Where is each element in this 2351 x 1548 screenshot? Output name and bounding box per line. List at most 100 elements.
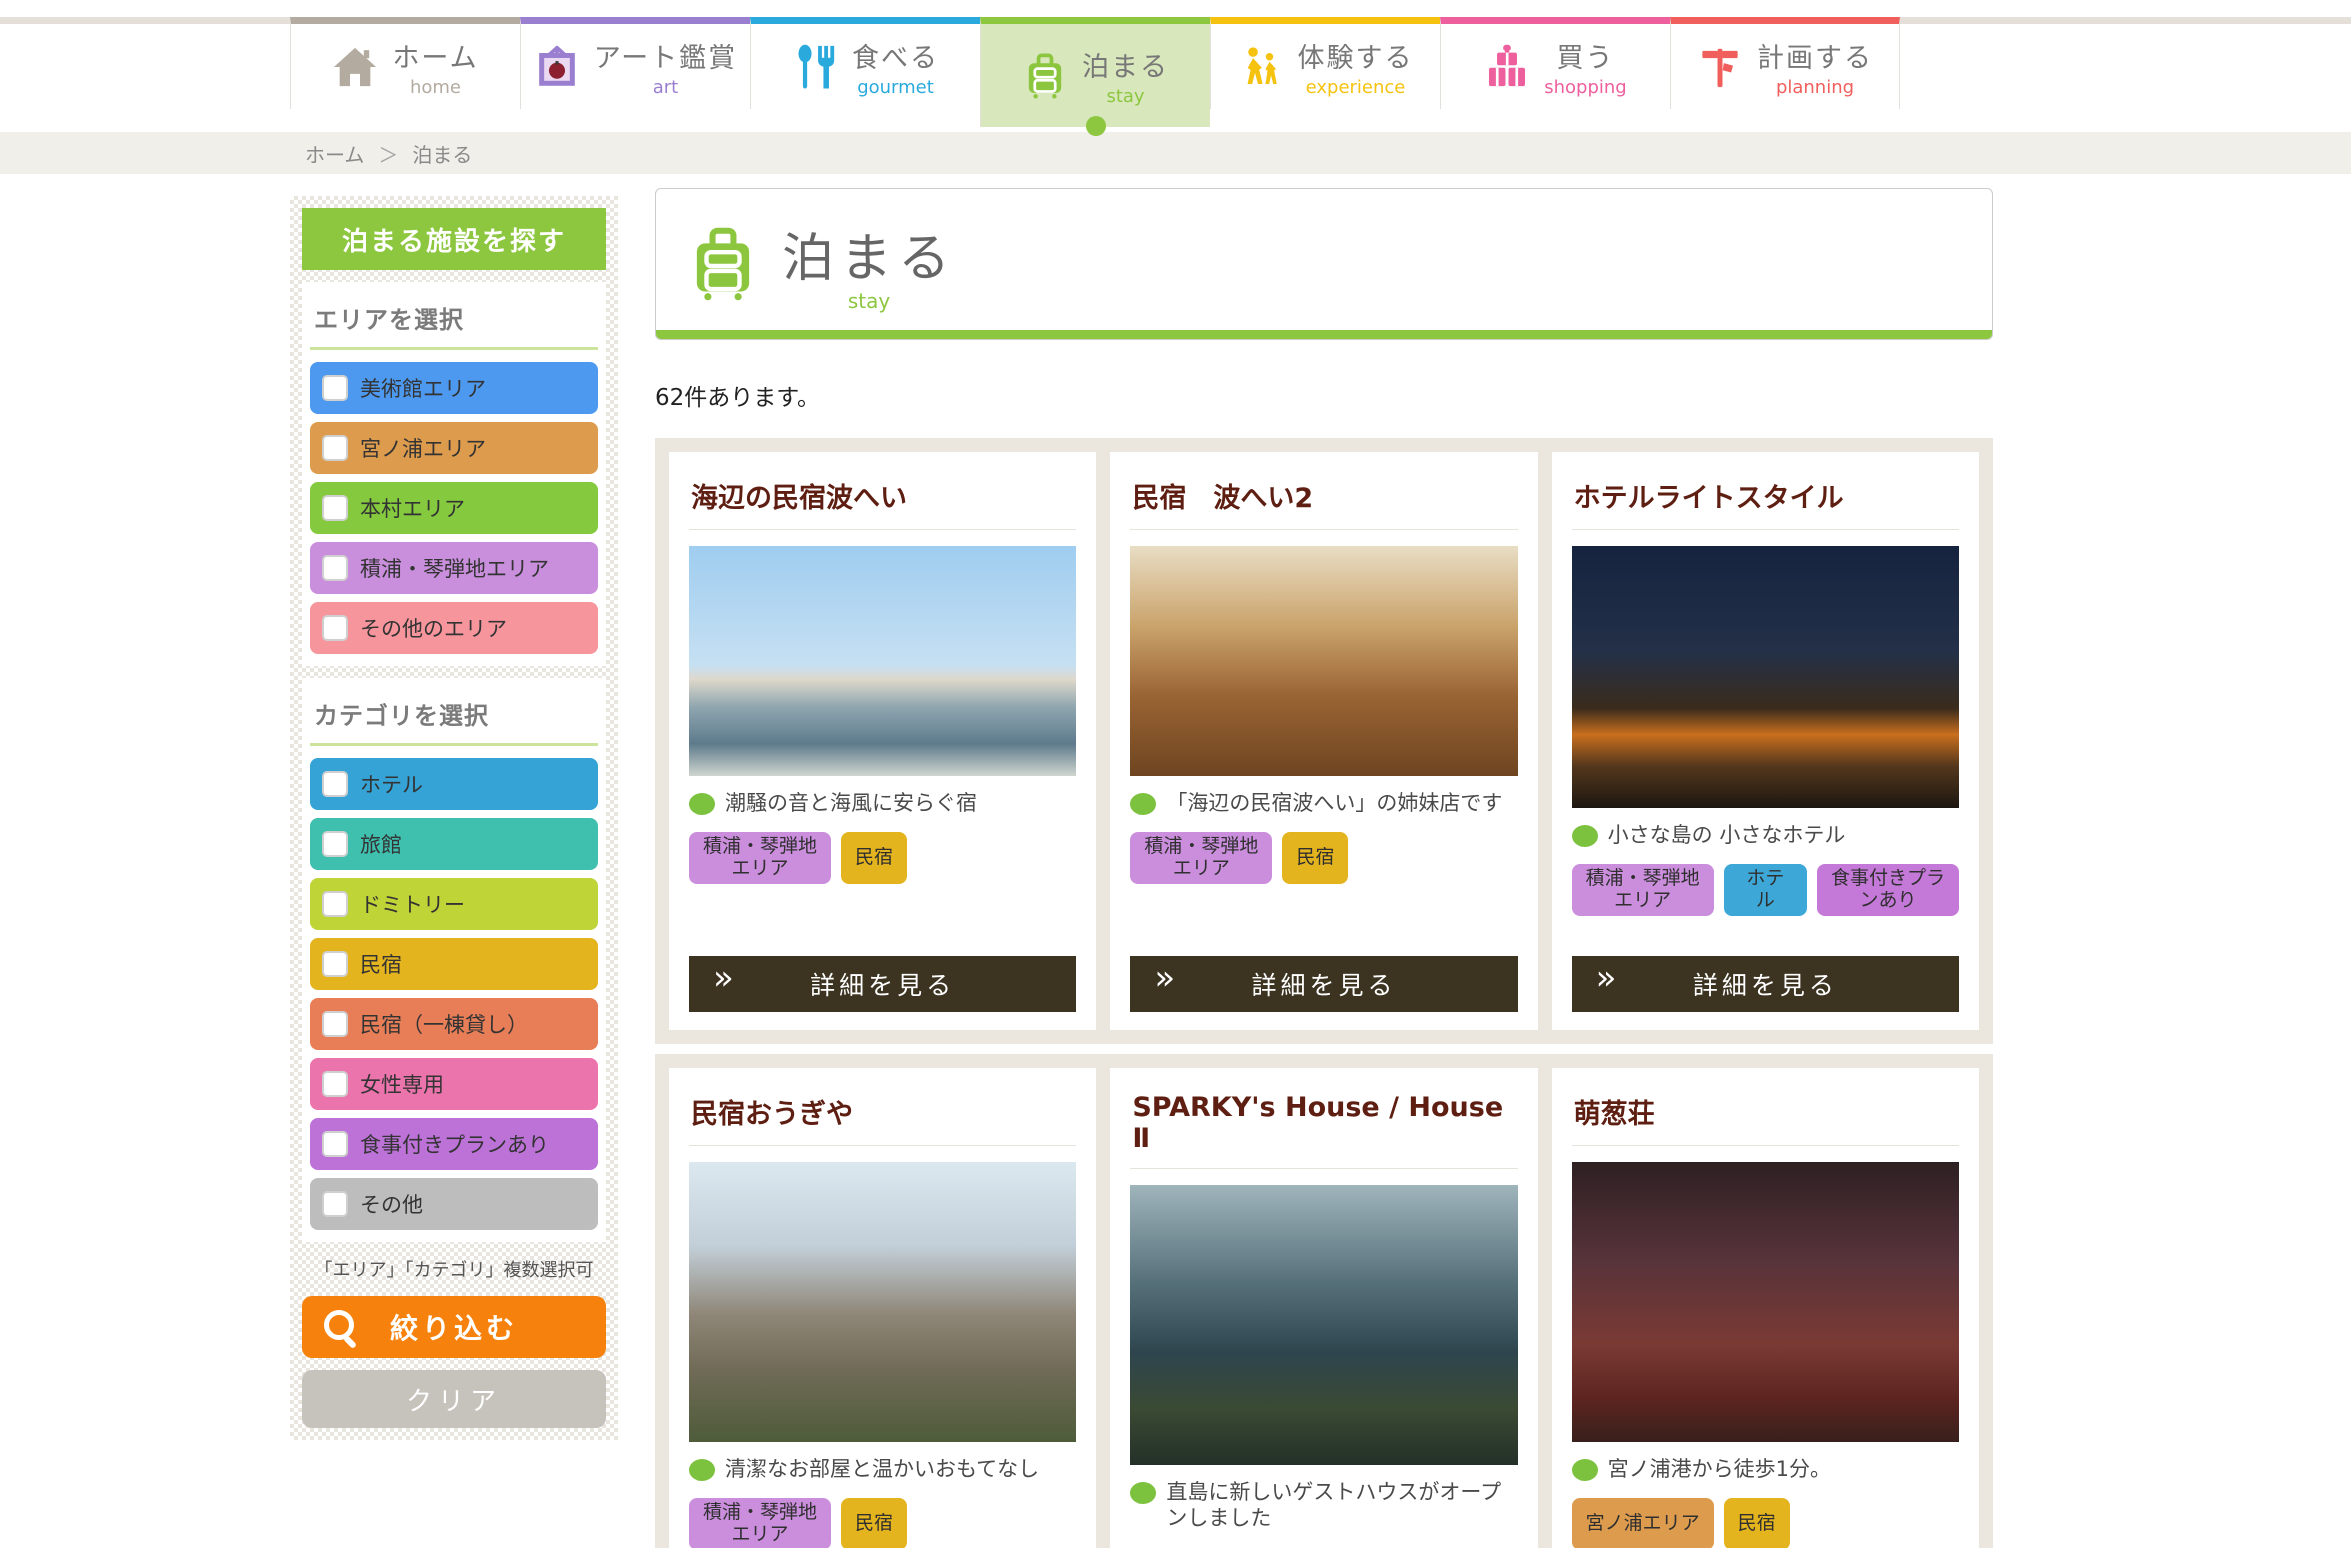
breadcrumb: ホーム＞泊まる xyxy=(0,132,2351,174)
accommodation-card: SPARKY's House / House Ⅱ 直島に新しいゲストハウスがオー… xyxy=(1110,1068,1537,1548)
filter-option-label: その他 xyxy=(360,1189,423,1219)
speech-bubble-icon xyxy=(689,793,715,815)
property-photo xyxy=(1572,1162,1959,1442)
checkbox[interactable] xyxy=(322,1011,348,1037)
speech-bubble-icon xyxy=(1572,825,1598,847)
checkbox[interactable] xyxy=(322,555,348,581)
filter-option[interactable]: 積浦・琴弾地エリア xyxy=(310,542,598,594)
nav-item-sublabel: gourmet xyxy=(857,77,934,98)
tag-badge: 宮ノ浦エリア xyxy=(1572,1498,1714,1548)
checkbox[interactable] xyxy=(322,435,348,461)
property-photo xyxy=(1572,546,1959,808)
nav-item[interactable]: 食べる gourmet xyxy=(750,17,980,109)
filter-option[interactable]: 宮ノ浦エリア xyxy=(310,422,598,474)
card-tags: 積浦・琴弾地エリア民宿 xyxy=(689,832,1076,884)
card-tags: 積浦・琴弾地エリアホテル食事付きプランあり xyxy=(1572,864,1959,916)
filter-option-label: その他のエリア xyxy=(360,613,507,643)
checkbox[interactable] xyxy=(322,771,348,797)
card-tags: 積浦・琴弾地エリア民宿 xyxy=(689,1498,1076,1548)
checkbox[interactable] xyxy=(322,1131,348,1157)
page-header: 泊まる stay xyxy=(655,188,1993,340)
sidebar-title[interactable]: 泊まる施設を探す xyxy=(302,208,606,270)
filter-option[interactable]: ホテル xyxy=(310,758,598,810)
card-caption-text: 直島に新しいゲストハウスがオープンしました xyxy=(1166,1479,1517,1532)
area-heading: エリアを選択 xyxy=(310,294,598,350)
filter-option[interactable]: 食事付きプランあり xyxy=(310,1118,598,1170)
nav-item[interactable]: 泊まる stay xyxy=(980,17,1210,127)
nav-item[interactable]: 買う shopping xyxy=(1440,17,1670,109)
filter-option[interactable]: 旅館 xyxy=(310,818,598,870)
card-title[interactable]: 民宿 波へい2 xyxy=(1130,472,1517,530)
area-filter-panel: エリアを選択 美術館エリア 宮ノ浦エリア 本村エリア 積浦・琴弾地エリア その他… xyxy=(302,282,606,666)
checkbox[interactable] xyxy=(322,831,348,857)
nav-item-label: 泊まる xyxy=(1082,45,1169,84)
card-title[interactable]: 萌葱荘 xyxy=(1572,1088,1959,1146)
card-caption: 潮騒の音と海風に安らぐ宿 xyxy=(689,790,1076,816)
filter-option-label: 民宿（一棟貸し） xyxy=(360,1009,528,1039)
nav-item[interactable]: 体験する experience xyxy=(1210,17,1440,109)
detail-button[interactable]: » 詳細を見る xyxy=(1130,956,1517,1012)
checkbox[interactable] xyxy=(322,1191,348,1217)
category-heading: カテゴリを選択 xyxy=(310,690,598,746)
nav-item[interactable]: 計画する planning xyxy=(1670,17,1900,109)
detail-button[interactable]: » 詳細を見る xyxy=(689,956,1076,1012)
tag-badge: 積浦・琴弾地エリア xyxy=(1572,864,1714,916)
tag-badge: 民宿 xyxy=(1282,832,1348,884)
category-list: ホテル 旅館 ドミトリー 民宿 民宿（一棟貸し） 女性専用 食事付きプランあり … xyxy=(310,758,598,1230)
filter-option-label: 食事付きプランあり xyxy=(360,1129,549,1159)
accommodation-card: 萌葱荘 宮ノ浦港から徒歩1分。 宮ノ浦エリア民宿 » 詳細を見る xyxy=(1552,1068,1979,1548)
detail-button[interactable]: » 詳細を見る xyxy=(1572,956,1959,1012)
filter-option[interactable]: 女性専用 xyxy=(310,1058,598,1110)
cards-row-2: 民宿おうぎや 清潔なお部屋と温かいおもてなし 積浦・琴弾地エリア民宿 » 詳細を… xyxy=(655,1054,1993,1548)
nav-item-label: アート鑑賞 xyxy=(594,36,737,75)
planning-icon xyxy=(1697,44,1743,90)
checkbox[interactable] xyxy=(322,495,348,521)
card-title[interactable]: 民宿おうぎや xyxy=(689,1088,1076,1146)
property-photo xyxy=(1130,546,1517,776)
cards-area: 海辺の民宿波へい 潮騒の音と海風に安らぐ宿 積浦・琴弾地エリア民宿 » 詳細を見… xyxy=(655,438,1993,1548)
filter-option[interactable]: 民宿（一棟貸し） xyxy=(310,998,598,1050)
tag-badge: 民宿 xyxy=(841,1498,907,1548)
nav-item-sublabel: shopping xyxy=(1544,77,1627,98)
card-caption: 「海辺の民宿波へい」の姉妹店です xyxy=(1130,790,1517,816)
filter-option[interactable]: ドミトリー xyxy=(310,878,598,930)
card-title[interactable]: 海辺の民宿波へい xyxy=(689,472,1076,530)
nav-item-sublabel: experience xyxy=(1306,77,1406,98)
filter-option[interactable]: 民宿 xyxy=(310,938,598,990)
nav-item-sublabel: planning xyxy=(1776,77,1854,98)
nav-item[interactable]: ホーム home xyxy=(290,17,520,109)
cards-row-1: 海辺の民宿波へい 潮騒の音と海風に安らぐ宿 積浦・琴弾地エリア民宿 » 詳細を見… xyxy=(655,438,1993,1044)
filter-clear-button[interactable]: クリア xyxy=(302,1370,606,1428)
nav-item-sublabel: art xyxy=(653,77,679,98)
experience-icon xyxy=(1238,44,1284,90)
card-caption: 小さな島の 小さなホテル xyxy=(1572,822,1959,848)
breadcrumb-item[interactable]: ホーム xyxy=(305,139,364,168)
property-photo xyxy=(689,546,1076,776)
checkbox[interactable] xyxy=(322,891,348,917)
nav-item[interactable]: アート鑑賞 art xyxy=(520,17,750,109)
checkbox[interactable] xyxy=(322,615,348,641)
card-title[interactable]: SPARKY's House / House Ⅱ xyxy=(1130,1088,1517,1169)
filter-option[interactable]: 美術館エリア xyxy=(310,362,598,414)
checkbox[interactable] xyxy=(322,951,348,977)
tag-badge: 民宿 xyxy=(841,832,907,884)
filter-option[interactable]: その他のエリア xyxy=(310,602,598,654)
nav-item-sublabel: home xyxy=(410,77,461,98)
filter-apply-button[interactable]: 絞り込む xyxy=(302,1296,606,1358)
double-chevron-icon: » xyxy=(1596,961,1613,995)
filter-option[interactable]: 本村エリア xyxy=(310,482,598,534)
accommodation-card: 民宿おうぎや 清潔なお部屋と温かいおもてなし 積浦・琴弾地エリア民宿 » 詳細を… xyxy=(669,1068,1096,1548)
accommodation-card: 民宿 波へい2 「海辺の民宿波へい」の姉妹店です 積浦・琴弾地エリア民宿 » 詳… xyxy=(1110,452,1537,1030)
filter-option[interactable]: その他 xyxy=(310,1178,598,1230)
nav-item-label: 体験する xyxy=(1298,36,1414,75)
area-list: 美術館エリア 宮ノ浦エリア 本村エリア 積浦・琴弾地エリア その他のエリア xyxy=(310,362,598,654)
card-caption: 宮ノ浦港から徒歩1分。 xyxy=(1572,1456,1959,1482)
breadcrumb-item: 泊まる xyxy=(412,139,472,168)
filter-option-label: 積浦・琴弾地エリア xyxy=(360,553,549,583)
nav-item-label: 食べる xyxy=(852,36,939,75)
tag-badge: 積浦・琴弾地エリア xyxy=(689,832,831,884)
checkbox[interactable] xyxy=(322,375,348,401)
checkbox[interactable] xyxy=(322,1071,348,1097)
card-title[interactable]: ホテルライトスタイル xyxy=(1572,472,1959,530)
tag-badge: 民宿 xyxy=(1724,1498,1790,1548)
